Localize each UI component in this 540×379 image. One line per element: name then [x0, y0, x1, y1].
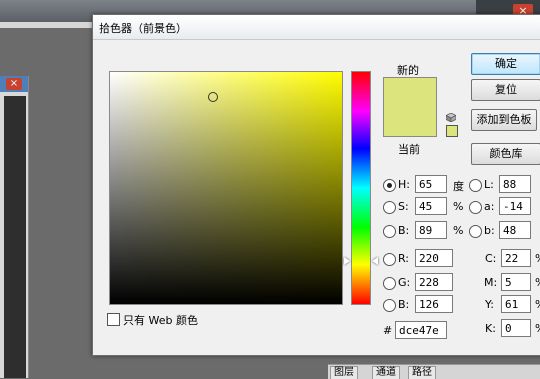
- hsb-b-input[interactable]: 89: [415, 221, 447, 239]
- hsb-h-input[interactable]: 65: [415, 175, 447, 193]
- color-libraries-button[interactable]: 颜色库: [471, 143, 540, 165]
- hex-row: # dce47e: [383, 321, 483, 341]
- rgb-b-input[interactable]: 126: [415, 295, 453, 313]
- hsb-b-label: B:: [398, 224, 410, 237]
- rgb-r-input[interactable]: 220: [415, 249, 453, 267]
- color-field-brightness-layer: [110, 72, 342, 304]
- lab-a-radio[interactable]: [469, 201, 482, 214]
- hsb-h-unit: 度: [453, 180, 464, 193]
- cmyk-m-label: M:: [484, 276, 498, 289]
- new-color-label: 新的: [397, 64, 419, 77]
- lab-a-label: a:: [484, 200, 495, 213]
- web-only-checkbox[interactable]: [107, 313, 120, 326]
- cmyk-c-unit: %: [535, 252, 540, 265]
- rgb-r-radio[interactable]: [383, 253, 396, 266]
- tab-paths[interactable]: 路径: [408, 366, 436, 379]
- hue-slider[interactable]: [351, 71, 371, 305]
- lab-l-row: L: 88: [469, 175, 540, 195]
- hsb-b-radio[interactable]: [383, 225, 396, 238]
- background-left-canvas: [4, 96, 26, 378]
- web-safe-swatch[interactable]: [446, 125, 458, 137]
- color-picker-dialog: 拾色器（前景色） 新的 当前 确定 复位 添加到色板 颜色库 H: 65 度 S…: [92, 14, 540, 356]
- hsb-s-label: S:: [398, 200, 409, 213]
- lab-b-radio[interactable]: [469, 225, 482, 238]
- hsb-s-unit: %: [453, 200, 464, 213]
- reset-button[interactable]: 复位: [471, 79, 540, 101]
- rgb-b-radio[interactable]: [383, 299, 396, 312]
- new-color-swatch: [383, 77, 437, 108]
- rgb-b-row: B: 126: [383, 295, 483, 315]
- hex-input[interactable]: dce47e: [395, 321, 447, 339]
- lab-l-radio[interactable]: [469, 179, 482, 192]
- cmyk-c-row: C: 22 %: [479, 249, 540, 269]
- lab-b-label: b:: [484, 224, 495, 237]
- rgb-g-label: G:: [398, 276, 411, 289]
- lab-b-row: b: 48: [469, 221, 540, 241]
- hsb-s-row: S: 45 %: [383, 197, 483, 217]
- add-to-swatches-button[interactable]: 添加到色板: [471, 109, 537, 131]
- current-color-swatch[interactable]: [383, 107, 437, 137]
- rgb-g-radio[interactable]: [383, 277, 396, 290]
- cmyk-m-unit: %: [535, 276, 540, 289]
- cmyk-c-label: C:: [485, 252, 497, 265]
- web-only-label: 只有 Web 颜色: [123, 314, 198, 327]
- hue-slider-left-arrow-icon[interactable]: [344, 257, 350, 265]
- hsb-s-input[interactable]: 45: [415, 197, 447, 215]
- lab-l-input[interactable]: 88: [499, 175, 531, 193]
- lab-l-label: L:: [484, 178, 494, 191]
- cmyk-y-unit: %: [535, 298, 540, 311]
- hsb-h-row: H: 65 度: [383, 175, 483, 195]
- cmyk-m-input[interactable]: 5: [501, 273, 531, 291]
- dialog-title: 拾色器（前景色）: [99, 22, 187, 35]
- cmyk-y-row: Y: 61 %: [479, 295, 540, 315]
- rgb-r-row: R: 220: [383, 249, 483, 269]
- cmyk-c-input[interactable]: 22: [501, 249, 531, 267]
- rgb-b-label: B:: [398, 298, 410, 311]
- hsb-b-row: B: 89 %: [383, 221, 483, 241]
- out-of-gamut-cube-icon[interactable]: [446, 113, 456, 122]
- tab-layers[interactable]: 图层: [330, 366, 358, 379]
- cmyk-k-unit: %: [535, 322, 540, 335]
- cmyk-k-input[interactable]: 0: [501, 319, 531, 337]
- color-field-cursor[interactable]: [208, 92, 218, 102]
- hsb-h-radio[interactable]: [383, 179, 396, 192]
- hsb-s-radio[interactable]: [383, 201, 396, 214]
- dialog-titlebar[interactable]: 拾色器（前景色）: [93, 15, 540, 40]
- hue-slider-right-arrow-icon[interactable]: [372, 257, 378, 265]
- rgb-r-label: R:: [398, 252, 410, 265]
- lab-a-input[interactable]: -14: [499, 197, 531, 215]
- ok-button[interactable]: 确定: [471, 53, 540, 75]
- hsb-h-label: H:: [398, 178, 410, 191]
- hsb-b-unit: %: [453, 224, 464, 237]
- hex-label: #: [383, 324, 393, 337]
- tab-channels[interactable]: 通道: [372, 366, 400, 379]
- rgb-g-input[interactable]: 228: [415, 273, 453, 291]
- cmyk-y-label: Y:: [485, 298, 494, 311]
- cmyk-k-row: K: 0 %: [479, 319, 540, 339]
- color-field[interactable]: [109, 71, 343, 305]
- cmyk-k-label: K:: [485, 322, 496, 335]
- lab-b-input[interactable]: 48: [499, 221, 531, 239]
- lab-a-row: a: -14: [469, 197, 540, 217]
- rgb-g-row: G: 228: [383, 273, 483, 293]
- current-color-label: 当前: [398, 143, 420, 156]
- background-left-close-button[interactable]: ×: [6, 78, 22, 90]
- cmyk-y-input[interactable]: 61: [501, 295, 531, 313]
- cmyk-m-row: M: 5 %: [479, 273, 540, 293]
